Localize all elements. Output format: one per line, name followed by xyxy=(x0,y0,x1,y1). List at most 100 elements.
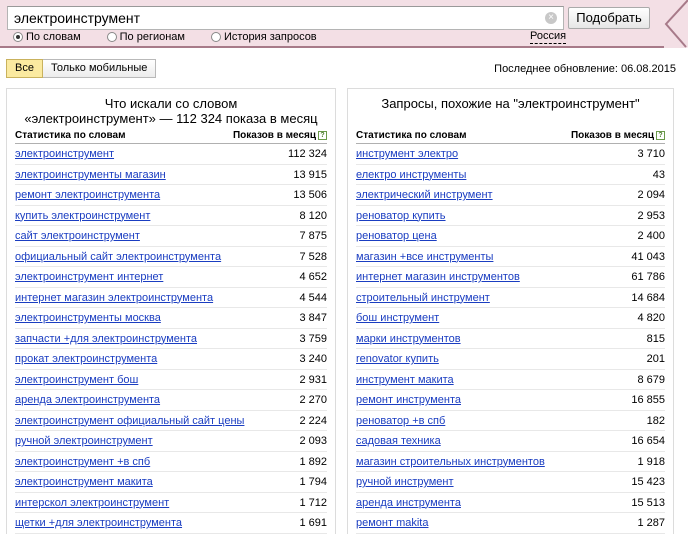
impressions-count: 1 691 xyxy=(299,517,327,529)
query-link[interactable]: реноватор купить xyxy=(356,206,446,226)
query-link[interactable]: электроинструмент xyxy=(15,144,114,164)
query-link[interactable]: садовая техника xyxy=(356,431,441,451)
words-table: электроинструмент 112 324 электроинструмен… xyxy=(15,144,327,534)
query-link[interactable]: электроинструмент макита xyxy=(15,472,153,492)
query-link[interactable]: реноватор цена xyxy=(356,226,437,246)
words-panel: Что искали со словом «электроинструмент»… xyxy=(6,88,336,534)
filter-all-button[interactable]: Все xyxy=(6,59,43,78)
query-link[interactable]: бош инструмент xyxy=(356,308,439,328)
query-link[interactable]: магазин +все инструменты xyxy=(356,247,493,267)
table-row: электроинструмент интернет 4 652 xyxy=(15,267,327,288)
impressions-count: 815 xyxy=(646,332,665,345)
table-row: электрический инструмент 2 094 xyxy=(356,185,665,206)
radio-icon[interactable] xyxy=(211,32,221,42)
table-row: ремонт электроинструмента 13 506 xyxy=(15,185,327,206)
impressions-count: 14 684 xyxy=(631,291,665,304)
table-row: аренда электроинструмента 2 270 xyxy=(15,390,327,411)
filter-mobile-button[interactable]: Только мобильные xyxy=(42,59,157,78)
query-link[interactable]: марки инструментов xyxy=(356,329,461,349)
query-link[interactable]: электроинструмент официальный сайт цены xyxy=(15,411,244,431)
query-link[interactable]: щетки +для электроинструмента xyxy=(15,513,182,533)
help-icon[interactable]: ? xyxy=(318,131,327,140)
query-link[interactable]: электроинструмент бош xyxy=(15,370,138,390)
radio-icon[interactable] xyxy=(106,32,117,42)
query-link[interactable]: прокат электроинструмента xyxy=(15,349,157,369)
last-update-text: Последнее обновление: 06.08.2015 xyxy=(494,63,676,75)
query-link[interactable]: интерскол электроинструмент xyxy=(15,493,169,513)
impressions-count: 4 544 xyxy=(299,291,327,304)
table-row: сайт электроинструмент 7 875 xyxy=(15,226,327,247)
table-row: электроинструменты магазин 13 915 xyxy=(15,165,327,185)
search-box: × xyxy=(7,6,564,30)
query-link[interactable]: официальный сайт электроинструмента xyxy=(15,247,221,267)
impressions-count: 3 710 xyxy=(637,148,665,160)
query-link[interactable]: интернет магазин электроинструмента xyxy=(15,288,213,308)
impressions-count: 15 423 xyxy=(631,476,665,488)
mode-history[interactable]: История запросов xyxy=(211,31,317,43)
table-row: магазин +все инструменты 41 043 xyxy=(356,247,665,267)
impressions-count: 7 875 xyxy=(299,230,327,242)
query-link[interactable]: ремонт makita xyxy=(356,513,428,533)
query-link[interactable]: инструмент макита xyxy=(356,370,454,390)
query-link[interactable]: аренда электроинструмента xyxy=(15,390,160,410)
title-line-1: Что искали со словом xyxy=(104,96,238,111)
column-query-header: Статистика по словам xyxy=(15,130,126,141)
header-arrow-decoration xyxy=(664,0,688,48)
query-link[interactable]: электрический инструмент xyxy=(356,185,493,205)
table-row: электроинструмент бош 2 931 xyxy=(15,370,327,390)
query-link[interactable]: строительный инструмент xyxy=(356,288,490,308)
similar-panel: Запросы, похожие на "электроинструмент" … xyxy=(347,88,674,534)
query-link[interactable]: ремонт инструмента xyxy=(356,390,461,410)
impressions-count: 112 324 xyxy=(288,148,327,160)
region-selector-link[interactable]: Россия xyxy=(530,30,567,44)
impressions-count: 7 528 xyxy=(299,250,327,263)
table-row: реноватор +в спб 182 xyxy=(356,411,665,431)
similar-table: инструмент электро 3 710 електро инструмен… xyxy=(356,144,665,534)
query-link[interactable]: магазин строительных инструментов xyxy=(356,452,545,472)
search-input[interactable] xyxy=(14,10,534,26)
query-link[interactable]: электроинструменты магазин xyxy=(15,165,166,185)
query-link[interactable]: интернет магазин инструментов xyxy=(356,267,520,287)
query-link[interactable]: ручной электроинструмент xyxy=(15,431,153,451)
similar-panel-title: Запросы, похожие на "электроинструмент" xyxy=(348,89,673,129)
query-link[interactable]: сайт электроинструмент xyxy=(15,226,140,246)
clear-icon[interactable]: × xyxy=(545,12,557,24)
mode-by-regions[interactable]: По регионам xyxy=(106,31,185,43)
query-link[interactable]: електро инструменты xyxy=(356,165,466,185)
table-row: инструмент электро 3 710 xyxy=(356,144,665,165)
query-link[interactable]: ручной инструмент xyxy=(356,472,454,492)
radio-selected-icon[interactable] xyxy=(13,32,23,42)
query-link[interactable]: электроинструменты москва xyxy=(15,308,161,328)
mode-by-words[interactable]: По словам xyxy=(13,31,81,43)
table-row: прокат электроинструмента 3 240 xyxy=(15,349,327,370)
query-link[interactable]: электроинструмент +в спб xyxy=(15,452,150,472)
column-count-header: Показов в месяц? xyxy=(571,129,665,143)
impressions-count: 4 820 xyxy=(637,312,665,324)
impressions-count: 2 953 xyxy=(637,209,665,222)
search-submit-button[interactable]: Подобрать xyxy=(568,7,650,29)
impressions-count: 201 xyxy=(646,353,665,365)
query-link[interactable]: реноватор +в спб xyxy=(356,411,445,431)
impressions-count: 61 786 xyxy=(631,271,665,283)
impressions-count: 1 287 xyxy=(637,517,665,529)
help-icon[interactable]: ? xyxy=(656,131,665,140)
query-link[interactable]: renovator купить xyxy=(356,349,439,369)
table-row: аренда инструмента 15 513 xyxy=(356,493,665,513)
table-row: электроинструмент официальный сайт цены 2… xyxy=(15,411,327,431)
table-row: ремонт makita 1 287 xyxy=(356,513,665,534)
header-bottom-border xyxy=(0,46,668,48)
table-row: щетки +для электроинструмента 1 691 xyxy=(15,513,327,534)
query-link[interactable]: ремонт электроинструмента xyxy=(15,185,160,205)
query-link[interactable]: инструмент электро xyxy=(356,144,458,164)
query-link[interactable]: аренда инструмента xyxy=(356,493,461,513)
query-link[interactable]: электроинструмент интернет xyxy=(15,267,163,287)
impressions-count: 2 931 xyxy=(299,373,327,386)
query-link[interactable]: запчасти +для электроинструмента xyxy=(15,329,197,349)
impressions-count: 2 400 xyxy=(637,230,665,242)
column-count-header: Показов в месяц? xyxy=(233,129,327,143)
title-line-2: «электроинструмент» — 112 324 показа в м… xyxy=(24,111,318,126)
query-link[interactable]: купить электроинструмент xyxy=(15,206,150,226)
table-row: ручной электроинструмент 2 093 xyxy=(15,431,327,452)
table-row: реноватор купить 2 953 xyxy=(356,206,665,226)
mode-label: История запросов xyxy=(224,31,317,43)
